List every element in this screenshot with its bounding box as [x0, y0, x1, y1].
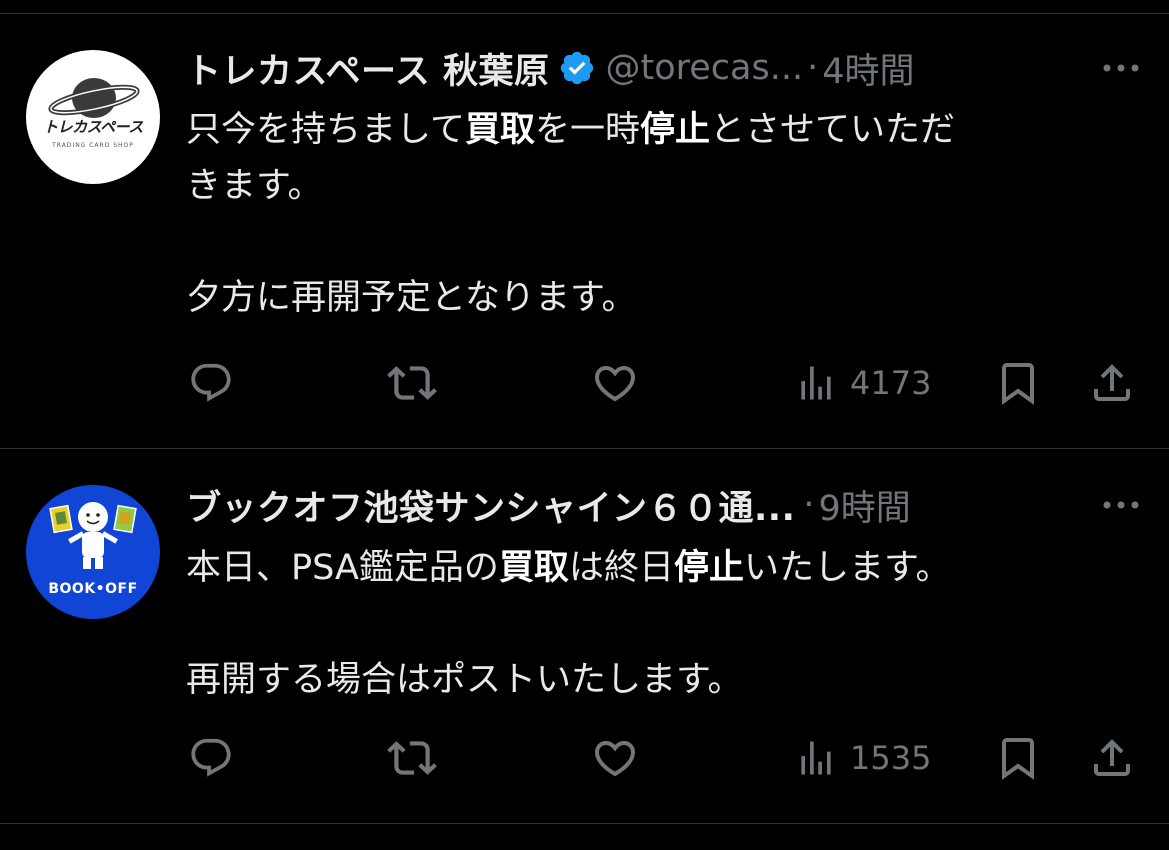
- tweet-2-header: ブックオフ池袋サンシャイン６０通... · 9時間: [186, 481, 911, 529]
- reply-icon: [191, 363, 231, 402]
- tweet-1[interactable]: トレカスペース TRADING CARD SHOP トレカスペース 秋葉原 @t…: [0, 14, 1169, 448]
- tweet-1-text: 只今を持ちまして買取を一時停止とさせていただ きます。 夕方に再開予定となります…: [186, 102, 1136, 326]
- bookmark-button[interactable]: [994, 358, 1042, 408]
- views-icon: [801, 366, 831, 400]
- bookmark-icon: [1002, 363, 1034, 405]
- repost-button[interactable]: [387, 358, 437, 408]
- reply-button[interactable]: [188, 733, 234, 783]
- more-options-icon[interactable]: [1099, 46, 1143, 90]
- heart-icon: [594, 741, 636, 777]
- bottom-divider: [0, 823, 1169, 824]
- tweet-1-actions: 4173: [186, 358, 1146, 408]
- more-options-icon[interactable]: [1099, 483, 1143, 527]
- views-count: 1535: [850, 739, 932, 777]
- share-icon: [1094, 739, 1130, 776]
- author-name[interactable]: トレカスペース 秋葉原: [186, 43, 550, 94]
- views-count: 4173: [850, 364, 932, 402]
- reply-button[interactable]: [188, 358, 234, 408]
- share-button[interactable]: [1088, 733, 1136, 783]
- bookmark-button[interactable]: [994, 733, 1042, 783]
- avatar-bookoff[interactable]: BOOK•OFF: [26, 485, 160, 619]
- repost-icon: [387, 366, 437, 400]
- text-line: 夕方に再開予定となります。: [186, 278, 637, 318]
- bookmark-icon: [1002, 738, 1034, 780]
- author-name[interactable]: ブックオフ池袋サンシャイン６０通...: [186, 480, 795, 531]
- tweet-2-actions: 1535: [186, 733, 1146, 783]
- text-line: きます。: [186, 166, 323, 206]
- views-button[interactable]: 1535: [794, 733, 931, 783]
- text-line: 只今を持ちまして買取を一時停止とさせていただ: [186, 110, 956, 150]
- repost-icon: [387, 741, 437, 775]
- share-icon: [1094, 364, 1130, 401]
- views-icon: [801, 741, 831, 775]
- timestamp[interactable]: 9時間: [819, 480, 911, 531]
- tweet-1-header: トレカスペース 秋葉原 @torecas... · 4時間: [186, 44, 915, 92]
- author-handle[interactable]: @torecas...: [606, 48, 804, 88]
- share-button[interactable]: [1088, 358, 1136, 408]
- repost-button[interactable]: [387, 733, 437, 783]
- like-button[interactable]: [591, 358, 639, 408]
- views-button[interactable]: 4173: [794, 358, 931, 408]
- separator-dot: ·: [803, 485, 815, 525]
- avatar-trecaspace[interactable]: トレカスペース TRADING CARD SHOP: [26, 50, 160, 184]
- reply-icon: [191, 738, 231, 777]
- timestamp[interactable]: 4時間: [822, 43, 914, 94]
- tweet-2[interactable]: BOOK•OFF ブックオフ池袋サンシャイン６０通... · 9時間 本日、PS…: [0, 449, 1169, 823]
- bookoff-mascot-icon: [49, 502, 137, 569]
- text-line: 再開する場合はポストいたします。: [186, 660, 743, 700]
- trecaspace-logo-subtext: TRADING CARD SHOP: [52, 142, 134, 149]
- tweet-2-text: 本日、PSA鑑定品の買取は終日停止いたします。 再開する場合はポストいたします。: [186, 540, 1136, 708]
- verified-badge-icon: [558, 49, 596, 87]
- like-button[interactable]: [591, 733, 639, 783]
- heart-icon: [594, 366, 636, 402]
- trecaspace-logo-text: トレカスペース: [43, 118, 143, 136]
- text-line: 本日、PSA鑑定品の買取は終日停止いたします。: [186, 548, 951, 588]
- bookoff-logo-text: BOOK•OFF: [48, 581, 138, 597]
- separator-dot: ·: [807, 48, 819, 88]
